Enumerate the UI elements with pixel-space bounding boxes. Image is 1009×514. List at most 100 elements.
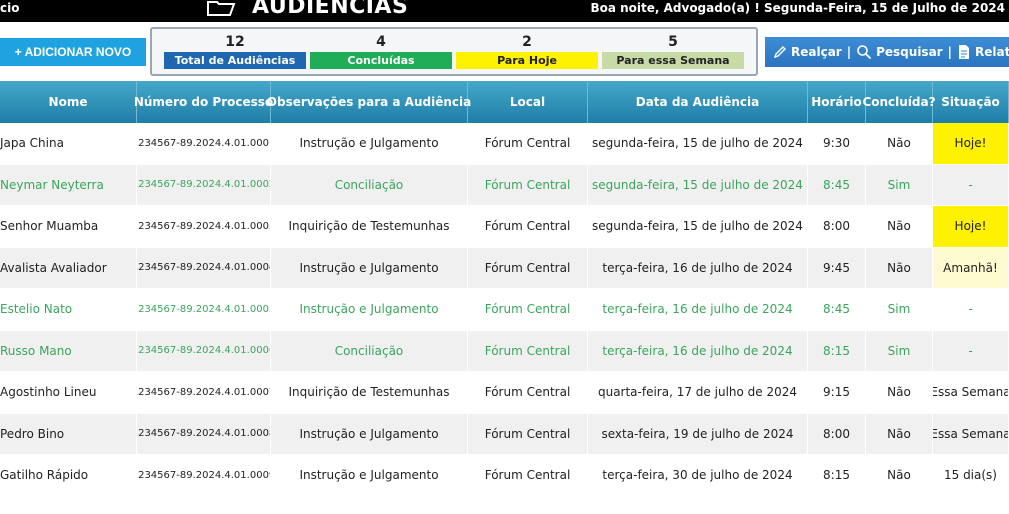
cell-notes: Conciliação bbox=[271, 164, 468, 205]
cell-completed: Não bbox=[866, 413, 933, 454]
cell-date: segunda-feira, 15 de julho de 2024 bbox=[588, 164, 808, 205]
cell-notes: Instrução e Julgamento bbox=[271, 289, 468, 330]
cell-notes: Instrução e Julgamento bbox=[271, 455, 468, 496]
cell-location: Fórum Central bbox=[468, 289, 588, 330]
stat-today-value: 2 bbox=[522, 34, 532, 50]
cell-date: terça-feira, 16 de julho de 2024 bbox=[588, 330, 808, 371]
cell-status: Hoje! bbox=[933, 206, 1009, 247]
stats-panel: 12 Total de Audiências 4 Concluídas 2 Pa… bbox=[150, 27, 758, 76]
cell-process-number: 1234567-89.2024.4.01.0005 bbox=[137, 289, 271, 330]
cell-status: - bbox=[933, 164, 1009, 205]
cell-location: Fórum Central bbox=[468, 123, 588, 164]
cell-completed: Não bbox=[866, 206, 933, 247]
search-button[interactable]: Pesquisar bbox=[856, 44, 943, 60]
document-icon bbox=[958, 45, 969, 59]
cell-name: Pedro Bino bbox=[0, 413, 137, 454]
cell-location: Fórum Central bbox=[468, 330, 588, 371]
table-row[interactable]: Gatilho Rápido 1234567-89.2024.4.01.0009 I… bbox=[0, 455, 1009, 497]
cell-notes: Instrução e Julgamento bbox=[271, 247, 468, 288]
cell-notes: Instrução e Julgamento bbox=[271, 123, 468, 164]
cell-completed: Sim bbox=[866, 164, 933, 205]
add-new-button[interactable]: + ADICIONAR NOVO bbox=[0, 38, 146, 66]
pencil-icon bbox=[773, 46, 786, 59]
column-header-notes[interactable]: Observações para a Audiência bbox=[267, 81, 471, 123]
cell-location: Fórum Central bbox=[468, 206, 588, 247]
column-header-status[interactable]: Situação bbox=[933, 81, 1009, 123]
cell-date: terça-feira, 30 de julho de 2024 bbox=[588, 455, 808, 496]
table-header: Nome Número do Processo Observações para… bbox=[0, 81, 1009, 123]
table-body: Japa China 1234567-89.2024.4.01.0001 Instr… bbox=[0, 123, 1009, 497]
page-title: AUDIÊNCIAS bbox=[252, 0, 409, 19]
cell-status: 15 dia(s) bbox=[933, 455, 1009, 496]
cell-time: 8:00 bbox=[808, 206, 866, 247]
cell-process-number: 1234567-89.2024.4.01.0002 bbox=[137, 164, 271, 205]
report-button[interactable]: Relatório bbox=[957, 44, 1009, 60]
cell-location: Fórum Central bbox=[468, 247, 588, 288]
search-label: Pesquisar bbox=[876, 45, 943, 59]
stat-week-label: Para essa Semana bbox=[602, 52, 744, 69]
stat-completed-value: 4 bbox=[376, 34, 386, 50]
stat-completed-label: Concluídas bbox=[310, 52, 452, 69]
column-header-date[interactable]: Data da Audiência bbox=[588, 81, 808, 123]
cell-notes: Inquirição de Testemunhas bbox=[271, 206, 468, 247]
cell-status: Essa Semana bbox=[933, 372, 1009, 413]
hearings-table: Nome Número do Processo Observações para… bbox=[0, 81, 1009, 497]
table-row[interactable]: Senhor Muamba 1234567-89.2024.4.01.0003 In… bbox=[0, 206, 1009, 248]
toolbar: Realçar | Pesquisar | Relatório bbox=[765, 37, 1009, 67]
cell-completed: Não bbox=[866, 247, 933, 288]
title-bar: cio AUDIÊNCIAS Boa noite, Advogado(a) ! … bbox=[0, 0, 1009, 22]
cell-process-number: 1234567-89.2024.4.01.0008 bbox=[137, 413, 271, 454]
cell-name: Neymar Neyterra bbox=[0, 164, 137, 205]
table-row[interactable]: Agostinho Lineu 1234567-89.2024.4.01.0007… bbox=[0, 372, 1009, 414]
cell-process-number: 1234567-89.2024.4.01.0003 bbox=[137, 206, 271, 247]
table-row[interactable]: Russo Mano 1234567-89.2024.4.01.0006 Conci… bbox=[0, 330, 1009, 372]
cell-date: segunda-feira, 15 de julho de 2024 bbox=[588, 206, 808, 247]
highlight-button[interactable]: Realçar bbox=[773, 45, 842, 59]
stat-total: 12 Total de Audiências bbox=[164, 33, 306, 73]
magnifier-icon bbox=[857, 45, 872, 60]
column-header-process[interactable]: Número do Processo bbox=[134, 81, 273, 123]
stat-today-label: Para Hoje bbox=[456, 52, 598, 69]
cell-name: Japa China bbox=[0, 123, 137, 164]
column-header-time[interactable]: Horário bbox=[808, 81, 866, 123]
column-header-name[interactable]: Nome bbox=[0, 81, 137, 123]
cell-date: quarta-feira, 17 de julho de 2024 bbox=[588, 372, 808, 413]
stat-week-value: 5 bbox=[668, 34, 678, 50]
stat-total-label: Total de Audiências bbox=[164, 52, 306, 69]
cell-time: 9:15 bbox=[808, 372, 866, 413]
column-header-location[interactable]: Local bbox=[468, 81, 588, 123]
cell-status: Hoje! bbox=[933, 123, 1009, 164]
table-row[interactable]: Avalista Avaliador 1234567-89.2024.4.01.0… bbox=[0, 247, 1009, 289]
cell-completed: Não bbox=[866, 372, 933, 413]
cell-location: Fórum Central bbox=[468, 455, 588, 496]
cell-location: Fórum Central bbox=[468, 413, 588, 454]
stat-today: 2 Para Hoje bbox=[456, 33, 598, 73]
cell-notes: Conciliação bbox=[271, 330, 468, 371]
cell-time: 9:30 bbox=[808, 123, 866, 164]
cell-date: segunda-feira, 15 de julho de 2024 bbox=[588, 123, 808, 164]
stat-completed: 4 Concluídas bbox=[310, 33, 452, 73]
toolbar-separator: | bbox=[846, 45, 852, 59]
table-row[interactable]: Japa China 1234567-89.2024.4.01.0001 Instr… bbox=[0, 123, 1009, 165]
table-row[interactable]: Neymar Neyterra 1234567-89.2024.4.01.0002… bbox=[0, 164, 1009, 206]
column-header-completed[interactable]: Concluída? bbox=[862, 81, 936, 123]
cell-process-number: 1234567-89.2024.4.01.0009 bbox=[137, 455, 271, 496]
cell-completed: Sim bbox=[866, 330, 933, 371]
cell-process-number: 1234567-89.2024.4.01.0006 bbox=[137, 330, 271, 371]
cell-date: sexta-feira, 19 de julho de 2024 bbox=[588, 413, 808, 454]
cell-process-number: 1234567-89.2024.4.01.0004 bbox=[137, 247, 271, 288]
cell-time: 8:15 bbox=[808, 455, 866, 496]
cell-process-number: 1234567-89.2024.4.01.0007 bbox=[137, 372, 271, 413]
cell-name: Senhor Muamba bbox=[0, 206, 137, 247]
highlight-label: Realçar bbox=[791, 45, 842, 59]
cell-location: Fórum Central bbox=[468, 372, 588, 413]
table-row[interactable]: Pedro Bino 1234567-89.2024.4.01.0008 Instr… bbox=[0, 413, 1009, 455]
report-label: Relatório bbox=[974, 45, 1009, 59]
table-row[interactable]: Estelio Nato 1234567-89.2024.4.01.0005 Ins… bbox=[0, 289, 1009, 331]
cell-completed: Sim bbox=[866, 289, 933, 330]
cell-date: terça-feira, 16 de julho de 2024 bbox=[588, 289, 808, 330]
cell-status: Essa Semana bbox=[933, 413, 1009, 454]
cell-time: 8:15 bbox=[808, 330, 866, 371]
cell-notes: Inquirição de Testemunhas bbox=[271, 372, 468, 413]
cell-status: - bbox=[933, 330, 1009, 371]
